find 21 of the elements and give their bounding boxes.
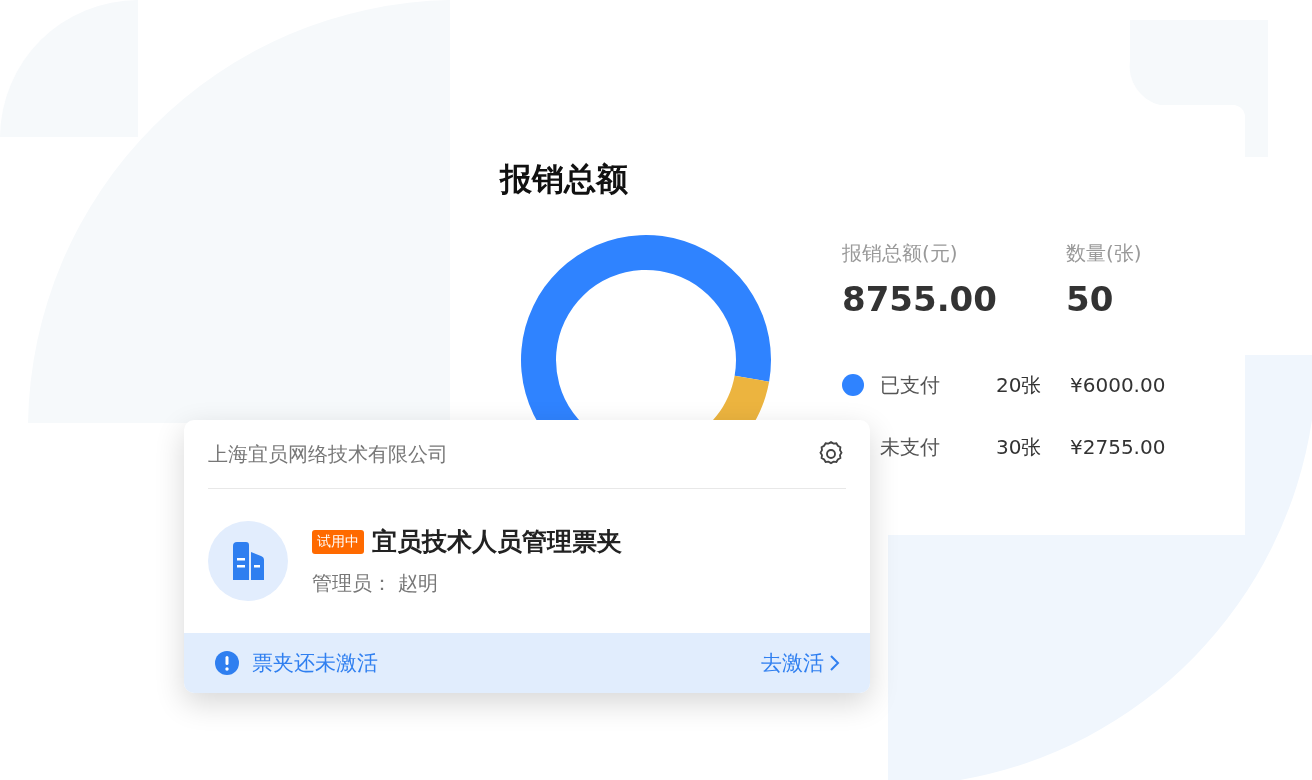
admin-name: 管理员： 赵明 <box>312 570 440 597</box>
stat-value: 8755.00 <box>842 279 998 319</box>
stat-label: 数量(张) <box>1066 240 1143 267</box>
legend-label: 已支付 <box>880 371 941 399</box>
legend-count: 20张 <box>996 371 1043 399</box>
folder-name: 宜员技术人员管理票夹 <box>372 526 622 558</box>
stat-value: 50 <box>1066 279 1115 319</box>
company-name: 上海宜员网络技术有限公司 <box>208 440 448 468</box>
legend-amount: ¥6000.00 <box>1070 373 1166 397</box>
notice-message: 票夹还未激活 <box>252 650 378 677</box>
activate-link[interactable]: 去激活 <box>761 649 840 677</box>
warning-icon <box>214 650 240 676</box>
legend-dot <box>842 374 864 396</box>
legend-amount: ¥2755.00 <box>1070 435 1166 459</box>
stat-label: 报销总额(元) <box>842 240 959 267</box>
chevron-icon <box>828 654 840 672</box>
legend-count: 30张 <box>996 433 1043 461</box>
building-icon <box>230 542 266 580</box>
chart-title: 报销总额 <box>500 159 629 200</box>
trial-badge: 试用中 <box>312 529 364 554</box>
legend-label: 未支付 <box>880 433 941 461</box>
